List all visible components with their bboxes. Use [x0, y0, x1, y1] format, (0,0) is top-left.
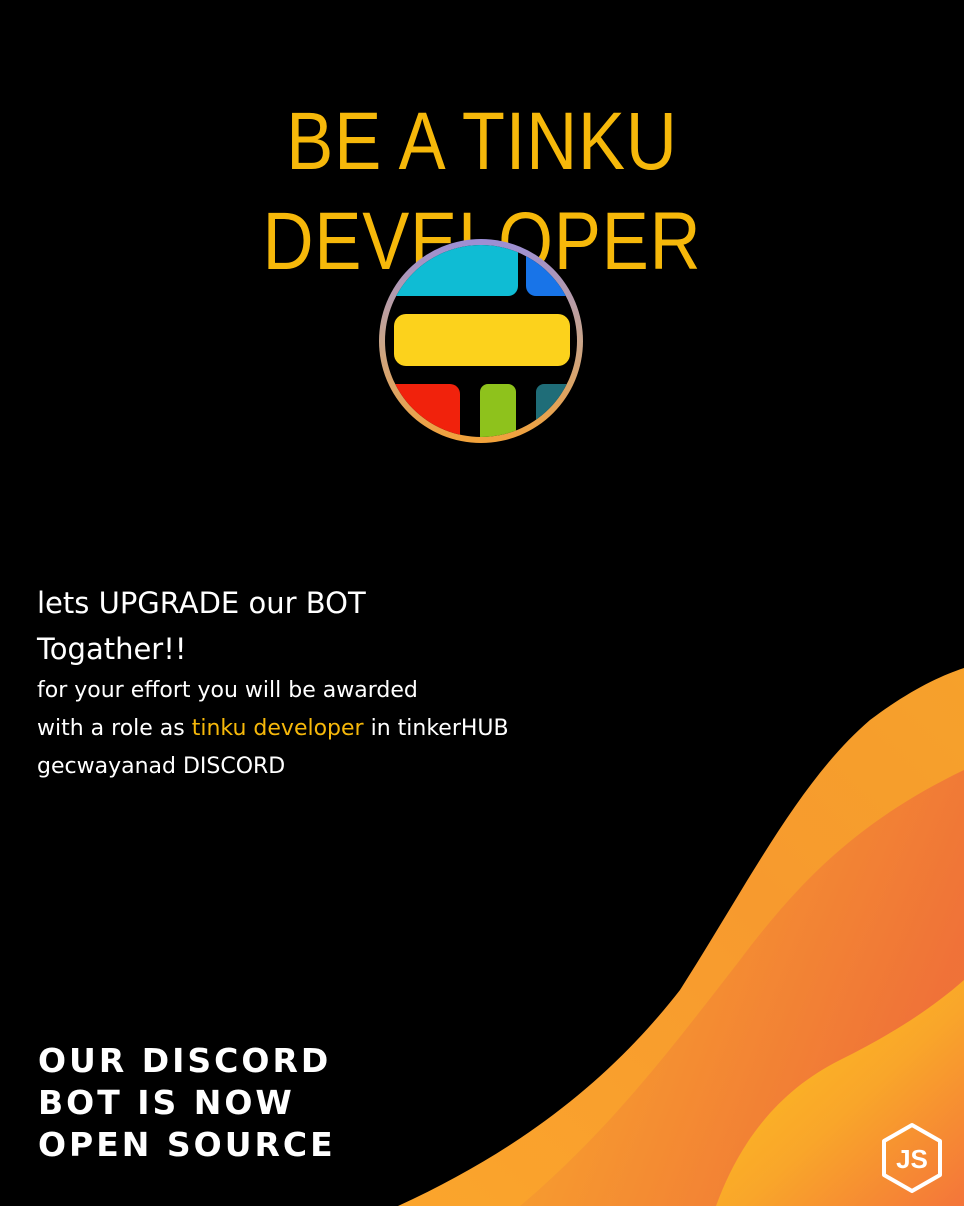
- open-source-announcement: OUR DISCORD BOT IS NOW OPEN SOURCE: [38, 1040, 336, 1166]
- pitch-line-2: Togather!!: [37, 632, 187, 666]
- poster: BE A TINKU DEVELOPER lets UPGRADE our BO…: [0, 0, 964, 1206]
- announce-line-1: OUR DISCORD: [38, 1041, 332, 1080]
- pitch-body-line-2-end: in tinkerHUB: [363, 716, 509, 741]
- pitch-text: lets UPGRADE our BOT Togather!! for your…: [37, 580, 657, 786]
- nodejs-icon: JS: [882, 1123, 942, 1193]
- pitch-body-line-3: gecwayanad DISCORD: [37, 754, 286, 779]
- announce-line-3: OPEN SOURCE: [38, 1125, 336, 1164]
- role-highlight: tinku developer: [191, 716, 364, 741]
- pitch-body-line-2-start: with a role as: [37, 716, 192, 741]
- pitch-line-1: lets UPGRADE our BOT: [37, 586, 366, 620]
- nodejs-logo-text: JS: [896, 1144, 928, 1174]
- pitch-body-line-1: for your effort you will be awarded: [37, 678, 418, 703]
- announce-line-2: BOT IS NOW: [38, 1083, 295, 1122]
- pitch-body-line-2: with a role as tinku developer in tinker…: [37, 710, 657, 748]
- tinkerhub-logo-icon: [379, 239, 583, 443]
